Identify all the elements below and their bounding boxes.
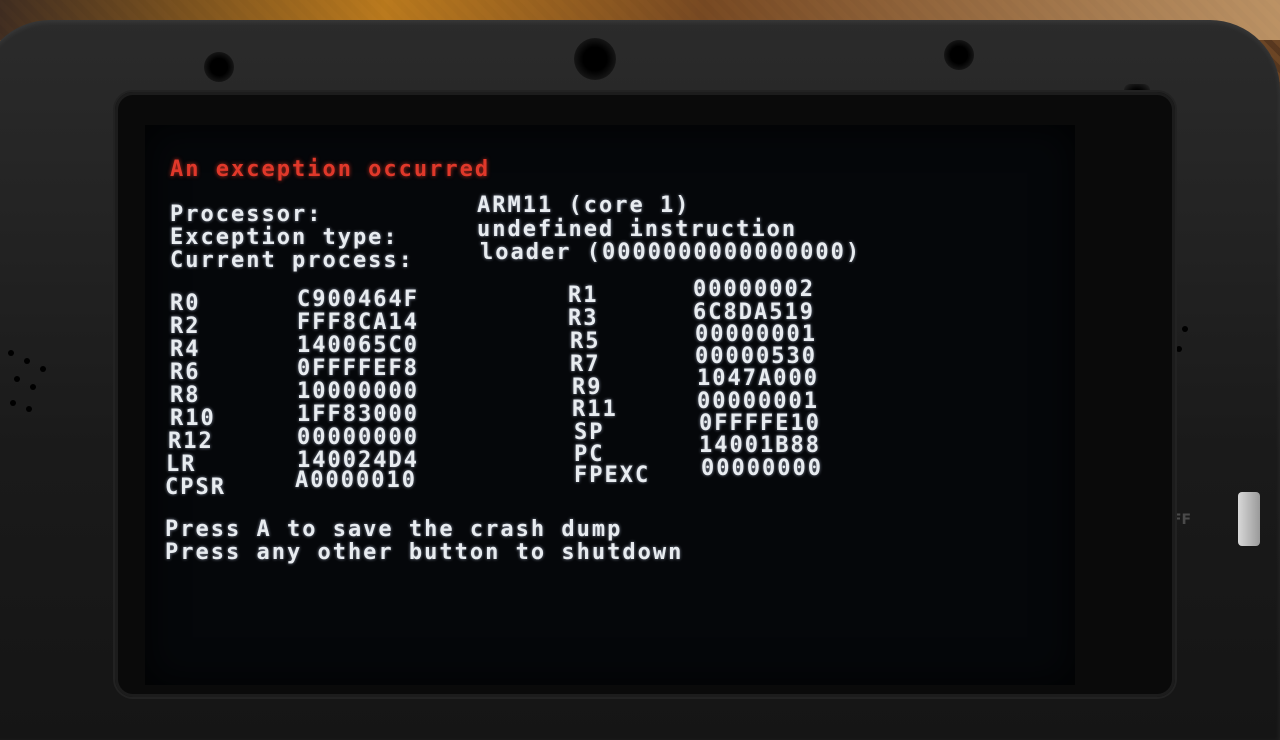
screw-hole-right [944,40,974,70]
processor-value: ARM11 (core 1) [477,193,691,218]
reg-name-r12: R12 [168,429,214,454]
3d-slider-switch[interactable] [1238,492,1260,546]
reg-value-r8: 10000000 [297,379,419,404]
reg-name-r6: R6 [170,360,201,385]
camera-lens [574,38,616,80]
reg-name-lr: LR [166,452,197,477]
reg-name-r3: R3 [568,306,599,331]
reg-value-r9: 1047A000 [697,366,819,391]
exception-title: An exception occurred [170,157,491,182]
reg-value-r4: 140065C0 [297,333,419,358]
reg-value-cpsr: A0000010 [295,468,417,493]
current-process-label: Current process: [170,248,414,273]
reg-name-r1: R1 [568,283,599,308]
screw-hole-left [204,52,234,82]
reg-value-r2: FFF8CA14 [297,310,419,335]
reg-value-r6: 0FFFFEF8 [297,356,419,381]
reg-value-pc: 14001B88 [699,433,821,458]
reg-name-r2: R2 [170,314,201,339]
reg-name-r11: R11 [572,397,618,422]
shutdown-prompt: Press any other button to shutdown [165,540,684,565]
save-dump-prompt: Press A to save the crash dump [165,517,623,542]
exception-type-label: Exception type: [170,225,399,250]
reg-name-r4: R4 [170,337,201,362]
reg-name-fpexc: FPEXC [574,463,651,488]
reg-name-r0: R0 [170,291,201,316]
reg-name-r7: R7 [570,352,601,377]
exception-type-value: undefined instruction [477,217,798,242]
reg-name-cpsr: CPSR [165,475,226,500]
current-process-value: loader (0000000000000000) [480,240,862,265]
top-screen: An exception occurred Processor: ARM11 (… [145,125,1075,685]
reg-value-r0: C900464F [297,287,419,312]
processor-label: Processor: [170,202,323,227]
reg-value-fpexc: 00000000 [701,456,823,481]
reg-name-r10: R10 [170,406,216,431]
reg-value-r10: 1FF83000 [297,402,419,427]
reg-value-r12: 00000000 [297,425,419,450]
reg-name-r8: R8 [170,383,201,408]
reg-value-r1: 00000002 [693,277,815,302]
reg-name-r5: R5 [570,329,601,354]
